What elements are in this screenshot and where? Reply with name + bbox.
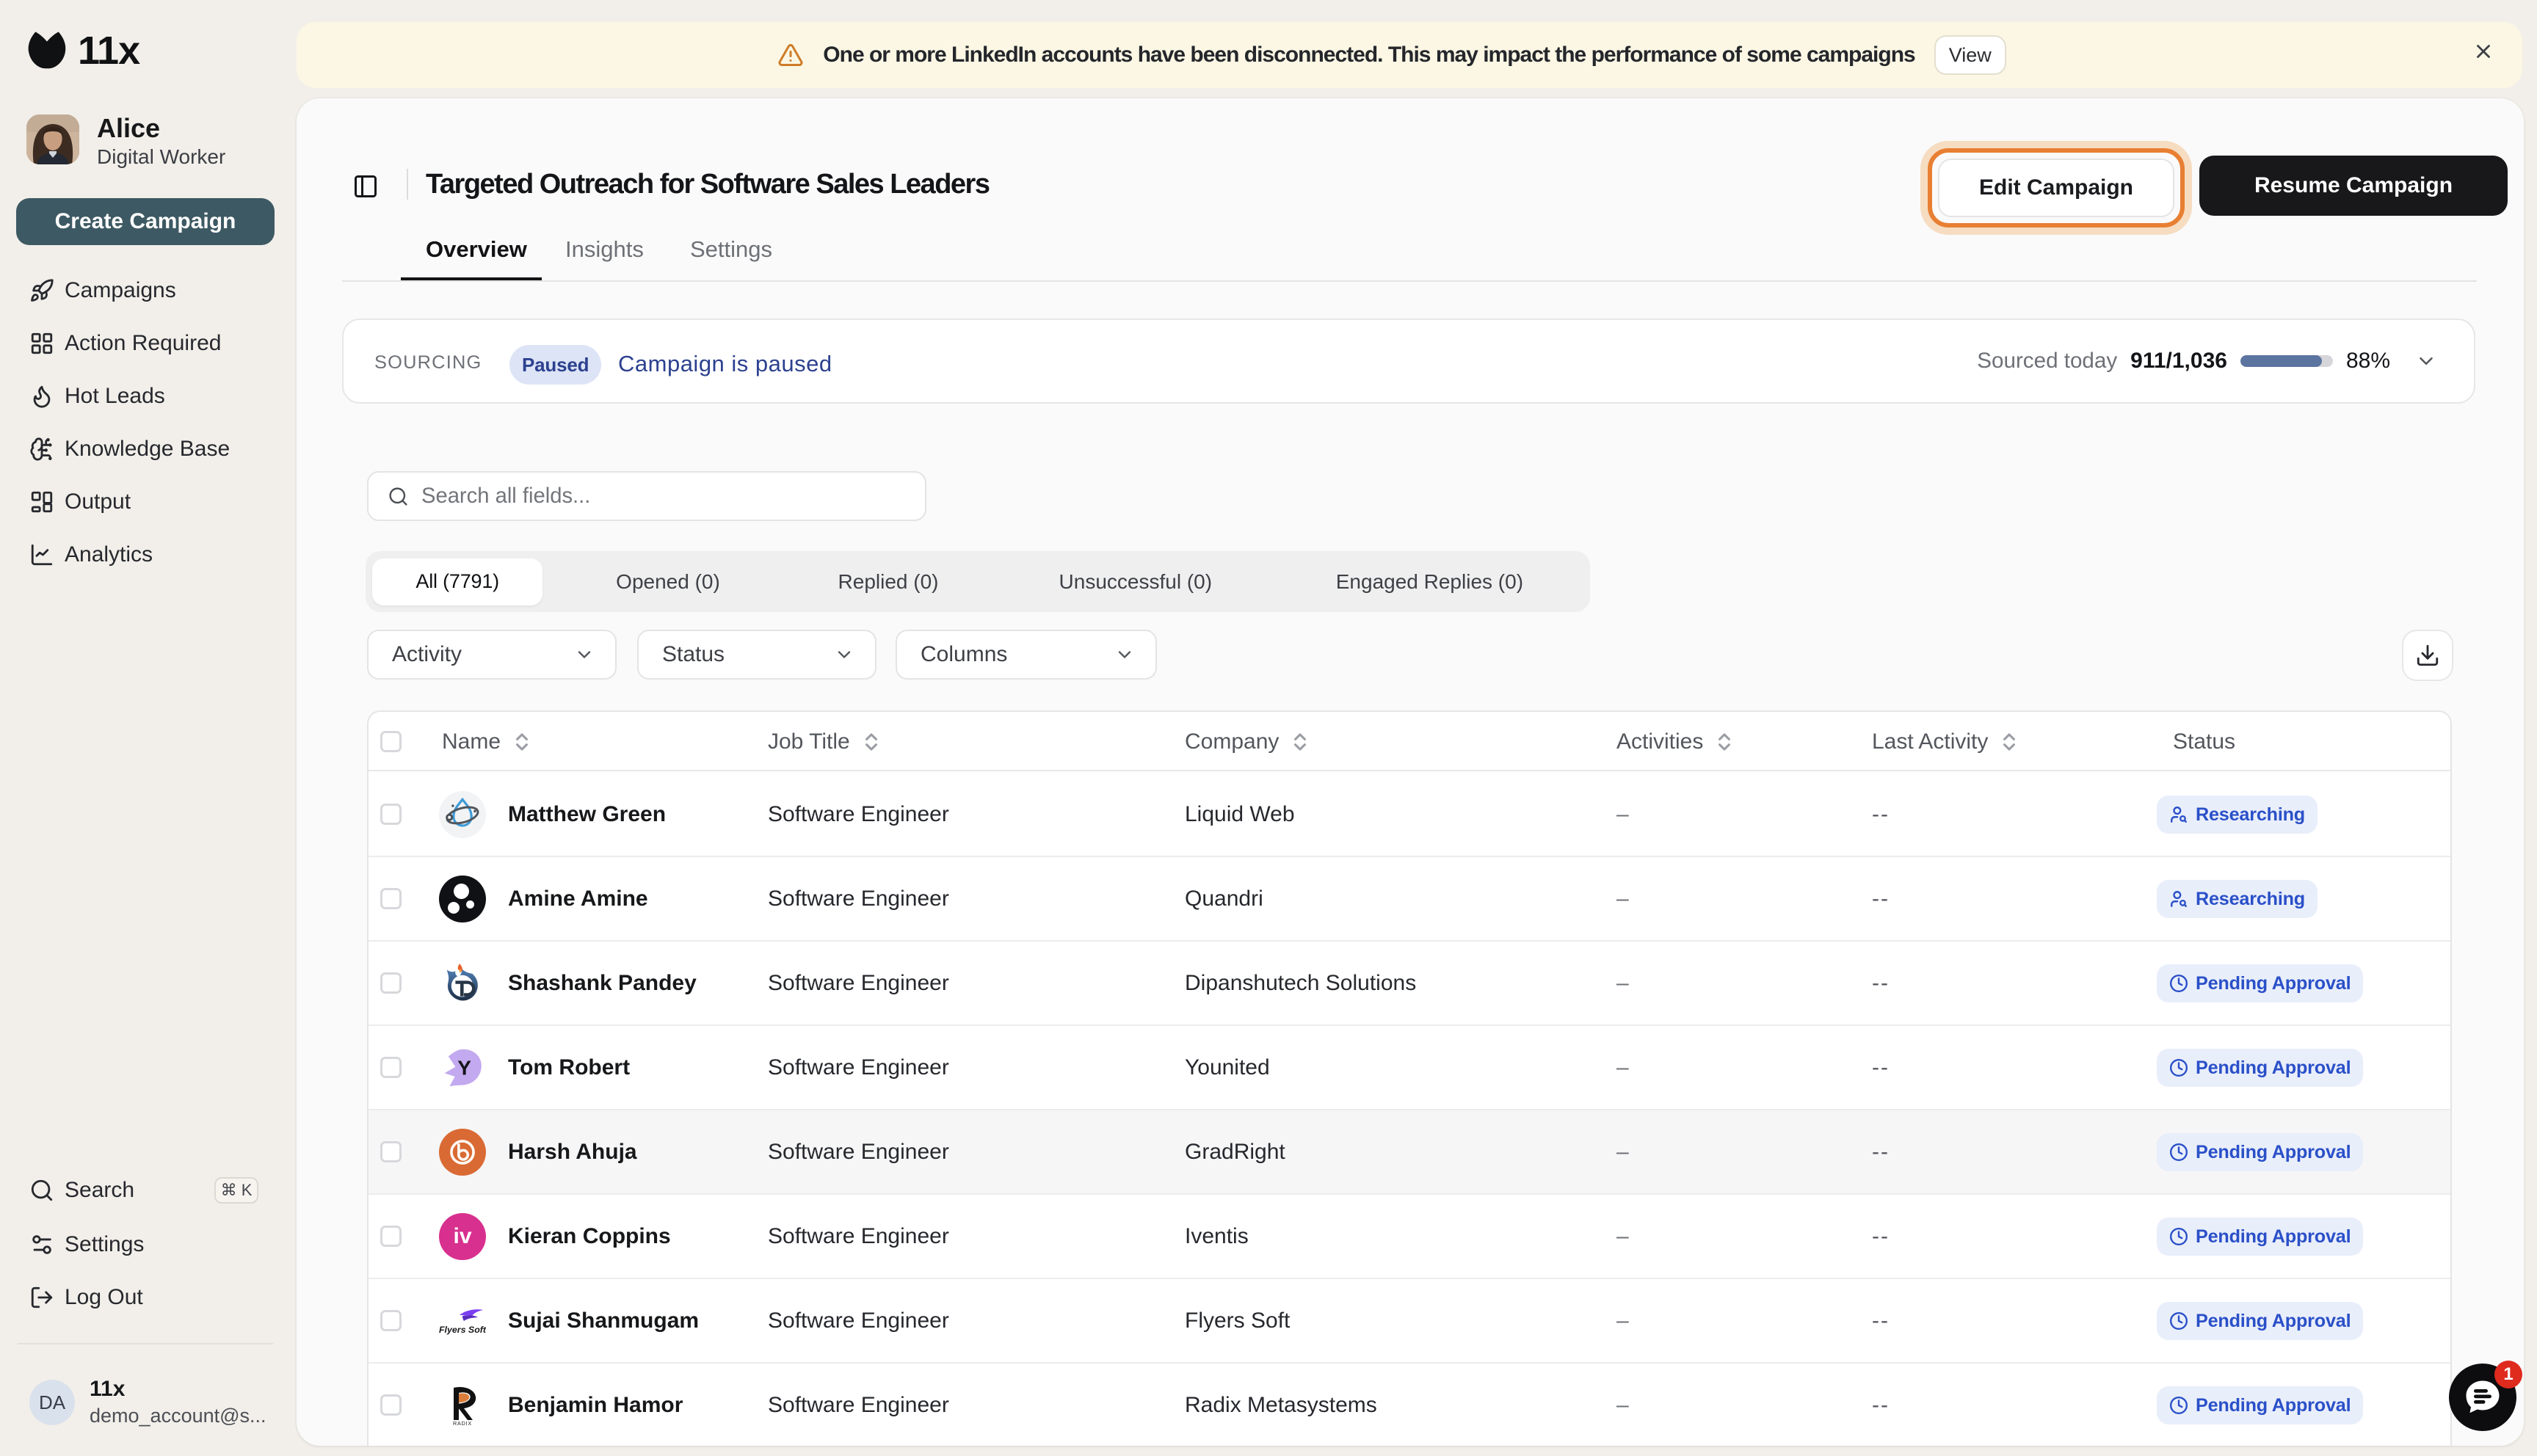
svg-text:RADIX: RADIX xyxy=(453,1420,472,1427)
svg-text:Flyers Soft: Flyers Soft xyxy=(439,1325,486,1335)
svg-text:Y: Y xyxy=(457,1057,471,1080)
